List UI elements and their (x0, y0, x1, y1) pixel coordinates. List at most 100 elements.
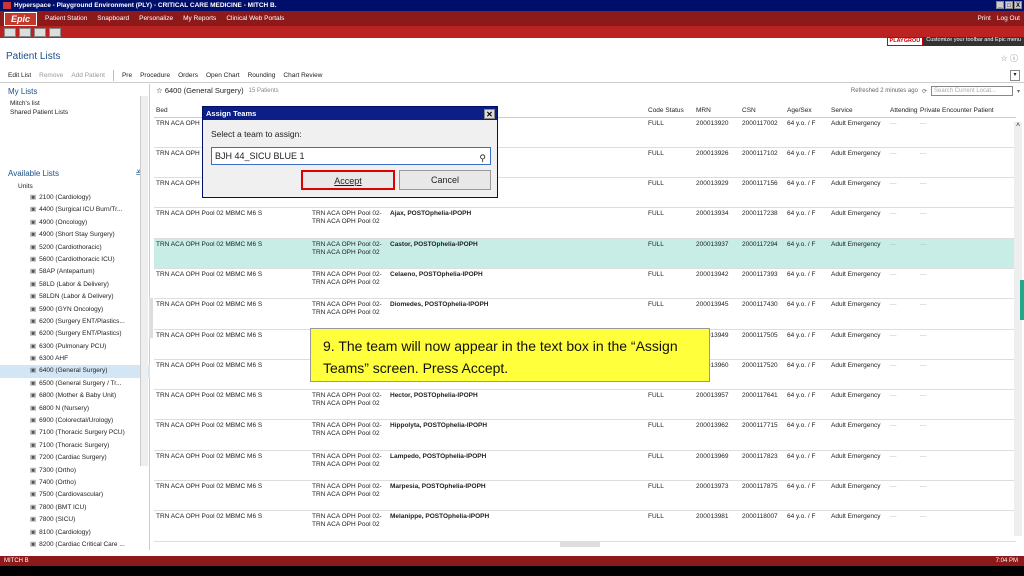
pre-button[interactable]: Pre (122, 72, 132, 79)
cell-age: 64 y.o. / F (785, 450, 829, 482)
column-header[interactable]: MRN (694, 104, 740, 118)
unit-list-item[interactable]: ▣ 7800 (SICU) (0, 514, 150, 526)
unit-list-item[interactable]: ▣ 6300 AHF (0, 353, 150, 365)
unit-list-item[interactable]: ▣ 58AP (Antepartum) (0, 266, 150, 278)
sidebar-scrollbar[interactable] (140, 96, 148, 466)
table-row[interactable]: TRN ACA OPH Pool 02 MBMC M6 S TRN ACA OPH… (154, 207, 1016, 239)
unit-list-item[interactable]: ▣ 7100 (Thoracic Surgery PCU) (0, 427, 150, 439)
toolbar-more-icon[interactable]: ▾ (1010, 70, 1020, 81)
unit-list-item[interactable]: ▣ 6500 (General Surgery / Tr... (0, 378, 150, 390)
search-dropdown-icon[interactable]: ▾ (1017, 88, 1020, 95)
unit-list-item[interactable]: ▣ 7100 (Thoracic Surgery) (0, 440, 150, 452)
minimize-button[interactable]: _ (996, 1, 1004, 9)
add-patient-button[interactable]: Add Patient (71, 72, 105, 79)
close-window-button[interactable]: X (1014, 1, 1022, 9)
unit-list-item[interactable]: ▣ 6300 (Pulmonary PCU) (0, 341, 150, 353)
unit-list-item[interactable]: ▣ 7200 (Cardiac Surgery) (0, 452, 150, 464)
cancel-button[interactable]: Cancel (399, 170, 491, 190)
unit-list-item[interactable]: ▣ 6200 (Surgery ENT/Plastics... (0, 316, 150, 328)
epic-logo-button[interactable]: Epic (4, 11, 38, 26)
cell-empty: — (888, 389, 918, 421)
bookmark-icon[interactable] (49, 27, 61, 37)
unit-list-item[interactable]: ▣ 8200 (Cardiac Critical Care ... (0, 539, 150, 551)
unit-list-item[interactable]: ▣ 6200 (Surgery ENT/Plastics) (0, 328, 150, 340)
logout-button[interactable]: Log Out (997, 15, 1020, 22)
star-icon[interactable]: ☆ (156, 86, 165, 95)
menu-clinical-web-portals[interactable]: Clinical Web Portals (226, 15, 284, 22)
rounding-button[interactable]: Rounding (248, 72, 276, 79)
cell-bed: TRN ACA OPH Pool 02 MBMC M6 S (154, 450, 310, 482)
maximize-button[interactable]: □ (1005, 1, 1013, 9)
unit-list-item[interactable]: ▣ 2100 (Cardiology) (0, 192, 150, 204)
unit-list-item[interactable]: ▣ 7800 (BMT ICU) (0, 502, 150, 514)
open-chart-button[interactable]: Open Chart (206, 72, 240, 79)
sidebar-collapse-handle[interactable] (149, 298, 153, 338)
unit-label: 2100 (Cardiology) (39, 194, 91, 201)
unit-label: 6200 (Surgery ENT/Plastics... (39, 317, 125, 325)
unit-list-item[interactable]: ▣ 58LDN (Labor & Delivery) (0, 291, 150, 303)
unit-list-item[interactable]: ▣ 4900 (Oncology) (0, 217, 150, 229)
team-input[interactable]: BJH 44_SICU BLUE 1 ⚲ (211, 147, 491, 165)
unit-list-item[interactable]: ▣ 4400 (Surgical ICU Burn/Tr... (0, 204, 150, 216)
unit-list-item[interactable]: ▣ 6800 N (Nursery) (0, 403, 150, 415)
chart-review-button[interactable]: Chart Review (283, 72, 322, 79)
column-header[interactable]: CSN (740, 104, 785, 118)
table-row[interactable]: TRN ACA OPH Pool 02 MBMC M6 S TRN ACA OPH… (154, 389, 1016, 421)
procedure-button[interactable]: Procedure (140, 72, 170, 79)
column-header[interactable]: Service (829, 104, 888, 118)
list-icon[interactable] (19, 27, 31, 37)
unit-list-item[interactable]: ▣ 58LD (Labor & Delivery) (0, 279, 150, 291)
horizontal-scroll-handle[interactable] (560, 541, 600, 547)
column-header[interactable]: Code Status (646, 104, 694, 118)
table-row[interactable]: TRN ACA OPH Pool 02 MBMC M6 S TRN ACA OPH… (154, 510, 1016, 542)
unit-list-item[interactable]: ▣ 5600 (Cardiothoracic ICU) (0, 254, 150, 266)
table-row[interactable]: TRN ACA OPH Pool 02 MBMC M6 S TRN ACA OPH… (154, 480, 1016, 512)
cell-bed: TRN ACA OPH Pool 02 MBMC M6 S (154, 419, 310, 451)
window-icon[interactable] (34, 27, 46, 37)
cell-age: 64 y.o. / F (785, 238, 829, 269)
table-scrollbar[interactable]: ˄ (1014, 122, 1022, 536)
side-tab[interactable] (1020, 280, 1024, 320)
unit-list-item[interactable]: ▣ 6400 (General Surgery) (0, 365, 150, 378)
building-icon: ▣ (30, 231, 37, 239)
unit-list-item[interactable]: ▣ 6900 (Colorectal/Urology) (0, 415, 150, 427)
cell-csn: 2000117156 (740, 177, 785, 209)
shared-lists-item[interactable]: Shared Patient Lists (0, 108, 149, 117)
workspace-icon[interactable] (4, 27, 16, 37)
print-button[interactable]: Print (977, 15, 990, 22)
units-folder[interactable]: Units (0, 181, 150, 192)
menu-snapboard[interactable]: Snapboard (97, 15, 129, 22)
unit-list-item[interactable]: ▣ 4900 (Short Stay Surgery) (0, 229, 150, 241)
remove-button[interactable]: Remove (39, 72, 63, 79)
unit-list-item[interactable]: ▣ 7300 (Ortho) (0, 465, 150, 477)
refresh-icon[interactable]: ⟳ (922, 88, 927, 95)
customize-note[interactable]: Customize your toolbar and Epic menu (923, 37, 1024, 46)
unit-list-item[interactable]: ▣ 6800 (Mother & Baby Unit) (0, 390, 150, 402)
unit-list-item[interactable]: ▣ 5900 (GYN Oncology) (0, 304, 150, 316)
search-input[interactable]: Search Current Locat... (930, 86, 1013, 96)
column-header[interactable]: Attending (888, 104, 918, 118)
cell-service: Adult Emergency (829, 177, 888, 209)
column-header[interactable]: Age/Sex (785, 104, 829, 118)
unit-list-item[interactable]: ▣ 7400 (Ortho) (0, 477, 150, 489)
unit-list-item[interactable]: ▣ 5200 (Cardiothoracic) (0, 242, 150, 254)
cell-csn: 2000117715 (740, 419, 785, 451)
menu-patient-station[interactable]: Patient Station (45, 15, 87, 22)
search-icon[interactable]: ⚲ (479, 150, 486, 167)
column-header[interactable]: Private Encounter Patient (918, 104, 1016, 118)
mitch-list-item[interactable]: Mitch's list (0, 99, 149, 108)
unit-list-item[interactable]: ▣ 8100 (Cardiology) (0, 527, 150, 539)
table-row[interactable]: TRN ACA OPH Pool 02 MBMC M6 S TRN ACA OPH… (154, 268, 1016, 300)
table-row[interactable]: TRN ACA OPH Pool 02 MBMC M6 S TRN ACA OPH… (154, 419, 1016, 451)
edit-list-button[interactable]: Edit List (8, 72, 31, 79)
favorite-help-icons[interactable]: ☆ ⓘ (1001, 53, 1018, 64)
orders-button[interactable]: Orders (178, 72, 198, 79)
dialog-close-button[interactable]: ✕ (484, 108, 495, 119)
accept-button[interactable]: Accept (301, 170, 395, 190)
table-row[interactable]: TRN ACA OPH Pool 02 MBMC M6 S TRN ACA OPH… (154, 298, 1016, 330)
menu-my-reports[interactable]: My Reports (183, 15, 216, 22)
table-row[interactable]: TRN ACA OPH Pool 02 MBMC M6 S TRN ACA OPH… (154, 450, 1016, 482)
table-row[interactable]: TRN ACA OPH Pool 02 MBMC M6 S TRN ACA OPH… (154, 238, 1016, 269)
unit-list-item[interactable]: ▣ 7500 (Cardiovascular) (0, 489, 150, 501)
menu-personalize[interactable]: Personalize (139, 15, 173, 22)
